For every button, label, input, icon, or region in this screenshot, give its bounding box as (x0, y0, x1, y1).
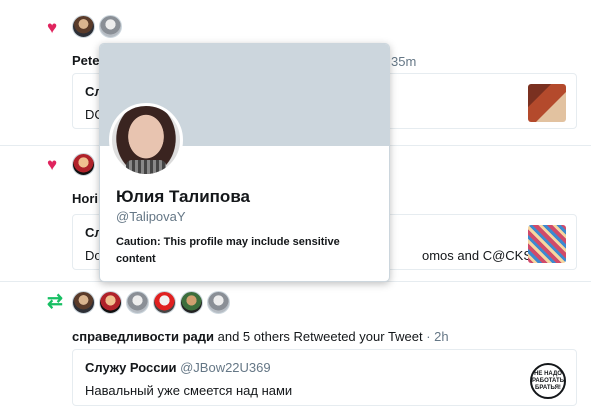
liker-avatars (72, 15, 122, 38)
avatar[interactable] (207, 291, 230, 314)
profile-avatar[interactable] (109, 103, 183, 177)
heart-icon: ♥ (47, 18, 58, 37)
profile-name[interactable]: Юлия Талипова (116, 187, 250, 207)
notification-item[interactable]: ⇄ справедливости ради and 5 others Retwe… (0, 282, 591, 420)
avatar[interactable] (99, 291, 122, 314)
quoted-tweet[interactable]: Служу России @JBow22U369 Навальный уже с… (72, 349, 577, 406)
profile-handle[interactable]: @TalipovaY (116, 209, 186, 224)
scarf-shape (126, 160, 166, 174)
tweet-thumbnail: НЕ НАДО РАБОТАТЬ БРАТЬЯ! (530, 363, 566, 399)
logo-text: НЕ НАДО РАБОТАТЬ БРАТЬЯ! (531, 370, 565, 391)
avatar[interactable] (72, 15, 95, 38)
quoted-author: Служу России @JBow22U369 (85, 360, 271, 375)
notification-summary[interactable]: справедливости ради and 5 others Retweet… (72, 329, 449, 344)
quoted-tweet-text: Навальный уже смеется над нами (85, 383, 293, 398)
avatar[interactable] (72, 291, 95, 314)
retweeter-avatars (72, 291, 230, 314)
avatar[interactable] (99, 15, 122, 38)
tweet-thumbnail (528, 84, 566, 122)
avatar[interactable] (180, 291, 203, 314)
profile-hovercard[interactable]: Юлия Талипова @TalipovaY Caution: This p… (99, 43, 390, 282)
notification-text: and 5 others Retweeted your Tweet (214, 329, 423, 344)
avatar[interactable] (72, 153, 95, 176)
retweeter-name[interactable]: справедливости ради (72, 329, 214, 344)
avatar[interactable] (153, 291, 176, 314)
notification-time: · 2h (422, 329, 449, 344)
quoted-author-handle[interactable]: @JBow22U369 (176, 360, 271, 375)
retweet-icon: ⇄ (47, 291, 63, 312)
heart-icon: ♥ (47, 155, 58, 174)
notification-time: 35m (391, 54, 417, 69)
avatar[interactable] (126, 291, 149, 314)
notification-author[interactable]: Hori (72, 191, 98, 206)
sensitive-content-warning: Caution: This profile may include sensit… (116, 236, 340, 265)
quoted-author-name[interactable]: Служу России (85, 360, 176, 375)
tweet-thumbnail (528, 225, 566, 263)
notification-author[interactable]: Pete (72, 53, 99, 68)
liker-avatars (72, 153, 95, 176)
notifications-timeline: ♥ Pete 35m Сл DC ♥ Hori Сл Do omos and C… (0, 0, 591, 420)
